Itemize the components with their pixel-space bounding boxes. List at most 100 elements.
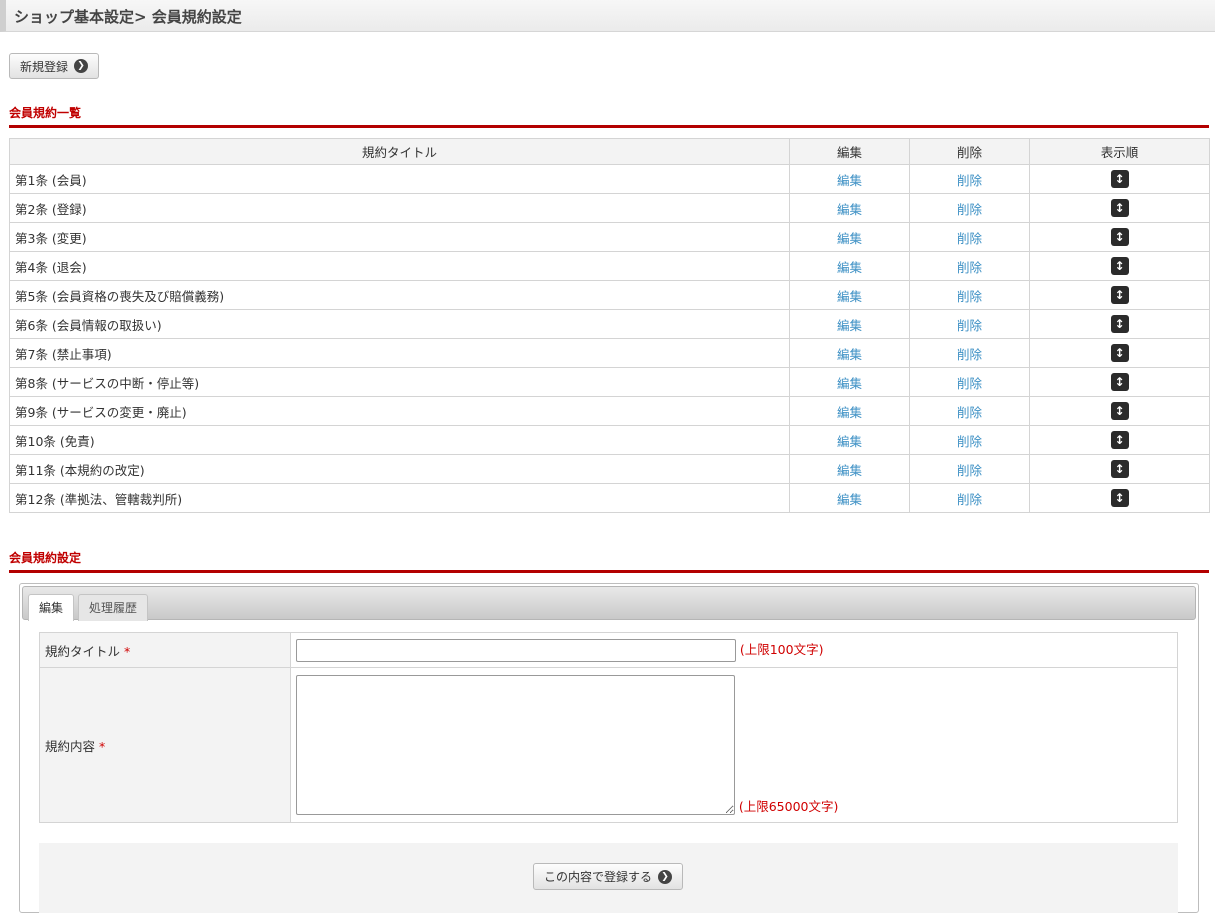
title-limit-note: (上限100文字) [739,641,824,657]
table-row: 第12条 (準拠法、管轄裁判所) 編集 削除 ↕ [9,483,1210,513]
drag-sort-icon[interactable]: ↕ [1110,344,1129,362]
delete-cell: 削除 [909,280,1030,310]
edit-link[interactable]: 編集 [837,492,862,507]
term-title-cell: 第12条 (準拠法、管轄裁判所) [9,483,790,513]
table-row: 第10条 (免責) 編集 削除 ↕ [9,425,1210,455]
drag-sort-icon[interactable]: ↕ [1110,199,1129,217]
edit-cell: 編集 [789,367,910,397]
drag-sort-icon[interactable]: ↕ [1110,402,1129,420]
section-title-terms-list: 会員規約一覧 [9,104,1209,128]
drag-sort-icon[interactable]: ↕ [1110,315,1129,333]
delete-link[interactable]: 削除 [957,405,982,420]
delete-cell: 削除 [909,251,1030,281]
body-label-cell: 規約内容 * [39,667,291,823]
edit-cell: 編集 [789,251,910,281]
table-row: 第2条 (登録) 編集 削除 ↕ [9,193,1210,223]
tab-edit[interactable]: 編集 [28,594,75,621]
delete-link[interactable]: 削除 [957,231,982,246]
order-cell: ↕ [1029,222,1210,252]
page-title: ショップ基本設定> 会員規約設定 [14,8,242,26]
edit-link[interactable]: 編集 [837,376,862,391]
order-cell: ↕ [1029,367,1210,397]
order-cell: ↕ [1029,396,1210,426]
term-title-cell: 第10条 (免責) [9,425,790,455]
drag-sort-icon[interactable]: ↕ [1110,460,1129,478]
table-row: 第1条 (会員) 編集 削除 ↕ [9,164,1210,194]
body-label: 規約内容 [45,738,96,754]
section-title-terms-settings: 会員規約設定 [9,549,1209,573]
delete-cell: 削除 [909,483,1030,513]
edit-link[interactable]: 編集 [837,231,862,246]
form-row-body: 規約内容 * (上限65000文字) [39,667,1178,823]
column-header-delete: 削除 [909,138,1030,165]
column-header-order: 表示順 [1029,138,1210,165]
delete-cell: 削除 [909,222,1030,252]
order-cell: ↕ [1029,425,1210,455]
drag-sort-icon[interactable]: ↕ [1110,170,1129,188]
term-title-cell: 第4条 (退会) [9,251,790,281]
terms-title-input[interactable] [296,638,736,662]
delete-link[interactable]: 削除 [957,434,982,449]
delete-cell: 削除 [909,367,1030,397]
terms-form-panel: 編集 処理履歴 規約タイトル * (上限100文字) 規約内容 * (上限650… [19,583,1199,913]
new-register-button[interactable]: 新規登録 ❯ [9,53,100,79]
term-title-cell: 第2条 (登録) [9,193,790,223]
edit-link[interactable]: 編集 [837,260,862,275]
column-header-edit: 編集 [789,138,910,165]
drag-sort-icon[interactable]: ↕ [1110,373,1129,391]
table-header-row: 規約タイトル 編集 削除 表示順 [9,138,1210,165]
delete-link[interactable]: 削除 [957,260,982,275]
title-input-cell: (上限100文字) [290,632,1178,668]
drag-sort-icon[interactable]: ↕ [1110,489,1129,507]
body-input-cell: (上限65000文字) [290,667,1178,823]
drag-sort-icon[interactable]: ↕ [1110,257,1129,275]
table-row: 第3条 (変更) 編集 削除 ↕ [9,222,1210,252]
delete-link[interactable]: 削除 [957,463,982,478]
delete-link[interactable]: 削除 [957,492,982,507]
arrow-right-icon: ❯ [658,869,673,884]
edit-link[interactable]: 編集 [837,405,862,420]
edit-link[interactable]: 編集 [837,318,862,333]
table-row: 第6条 (会員情報の取扱い) 編集 削除 ↕ [9,309,1210,339]
table-row: 第7条 (禁止事項) 編集 削除 ↕ [9,338,1210,368]
term-title-cell: 第7条 (禁止事項) [9,338,790,368]
terms-body-textarea[interactable] [296,675,735,815]
drag-sort-icon[interactable]: ↕ [1110,431,1129,449]
delete-cell: 削除 [909,396,1030,426]
edit-link[interactable]: 編集 [837,347,862,362]
drag-sort-icon[interactable]: ↕ [1110,286,1129,304]
delete-link[interactable]: 削除 [957,376,982,391]
delete-link[interactable]: 削除 [957,173,982,188]
order-cell: ↕ [1029,164,1210,194]
column-header-title: 規約タイトル [9,138,790,165]
body-limit-note: (上限65000文字) [738,799,839,814]
tab-history[interactable]: 処理履歴 [78,594,149,621]
edit-cell: 編集 [789,396,910,426]
delete-link[interactable]: 削除 [957,289,982,304]
drag-sort-icon[interactable]: ↕ [1110,228,1129,246]
term-title-cell: 第3条 (変更) [9,222,790,252]
delete-link[interactable]: 削除 [957,202,982,217]
order-cell: ↕ [1029,251,1210,281]
register-submit-button[interactable]: この内容で登録する ❯ [533,863,684,890]
table-row: 第4条 (退会) 編集 削除 ↕ [9,251,1210,281]
new-register-label: 新規登録 [20,59,69,74]
delete-cell: 削除 [909,454,1030,484]
submit-area: この内容で登録する ❯ [39,843,1178,913]
terms-table: 規約タイトル 編集 削除 表示順 第1条 (会員) 編集 削除 ↕ 第2条 (登録) 編集… [9,138,1210,513]
delete-link[interactable]: 削除 [957,318,982,333]
edit-link[interactable]: 編集 [837,289,862,304]
title-label-cell: 規約タイトル * [39,632,291,668]
required-mark: * [99,738,106,754]
edit-link[interactable]: 編集 [837,202,862,217]
delete-link[interactable]: 削除 [957,347,982,362]
edit-cell: 編集 [789,454,910,484]
tab-bar: 編集 処理履歴 [22,586,1196,621]
edit-link[interactable]: 編集 [837,173,862,188]
terms-form-table: 規約タイトル * (上限100文字) 規約内容 * (上限65000文字) [39,632,1178,823]
title-label: 規約タイトル [45,643,121,659]
term-title-cell: 第6条 (会員情報の取扱い) [9,309,790,339]
edit-link[interactable]: 編集 [837,463,862,478]
edit-link[interactable]: 編集 [837,434,862,449]
order-cell: ↕ [1029,193,1210,223]
